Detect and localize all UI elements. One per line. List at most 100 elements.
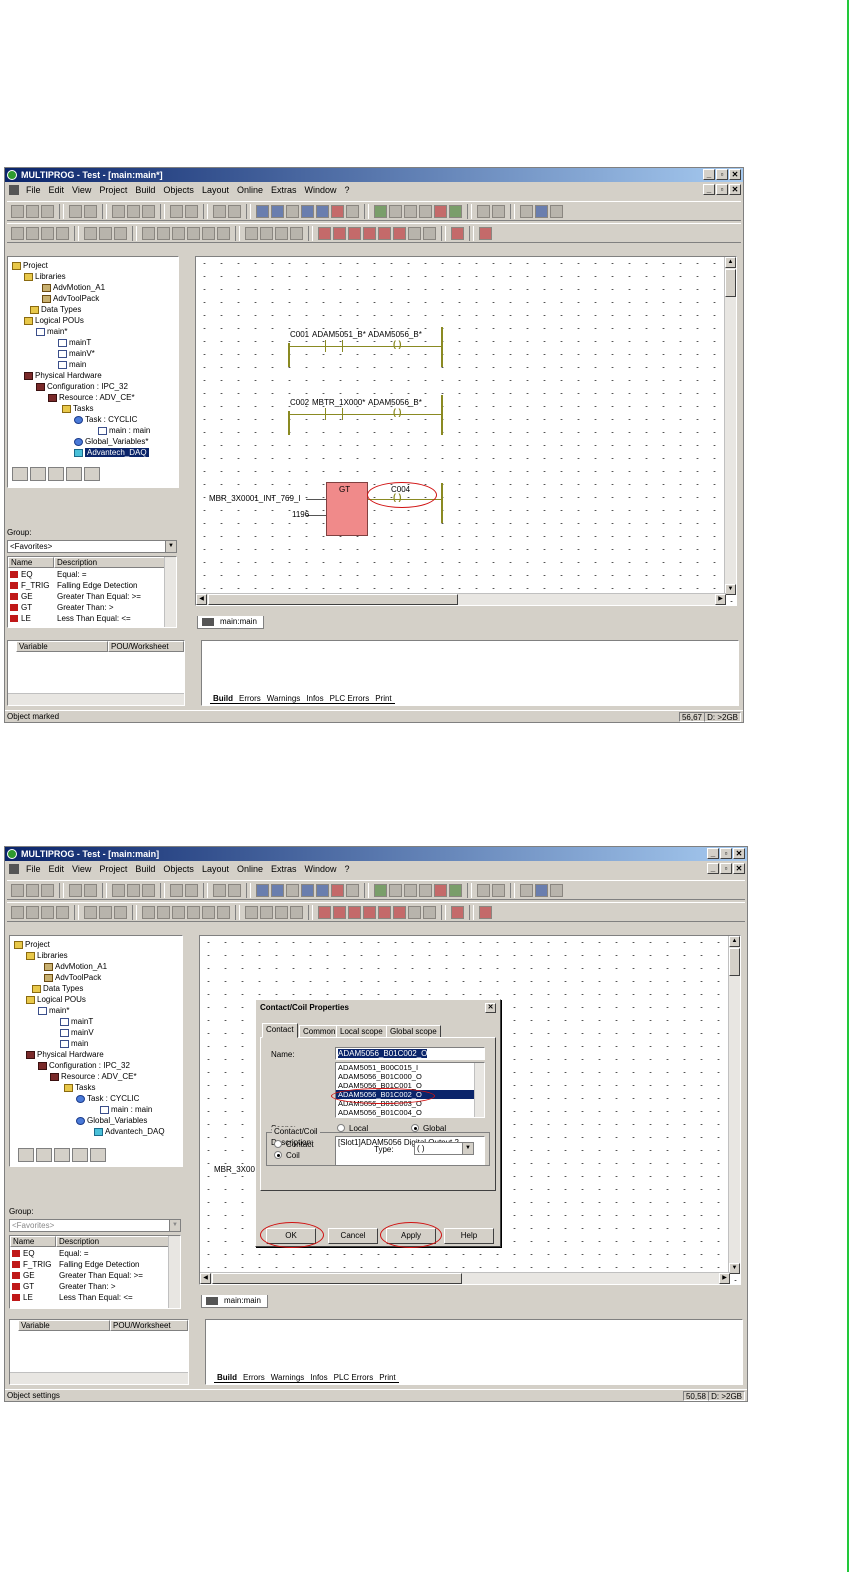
menu-objects[interactable]: Objects [159, 864, 198, 874]
chart-icon[interactable] [331, 204, 344, 218]
jump-icon[interactable] [202, 226, 215, 240]
ladder-worksheet[interactable]: ( ) C001 ADAM5051_B* ADAM5056_B* ( ) C00… [195, 256, 737, 606]
function-row[interactable]: GT Greater Than: > [10, 603, 114, 612]
close-button[interactable]: ✕ [729, 169, 741, 180]
col-pou-worksheet[interactable]: POU/Worksheet [108, 641, 184, 652]
col-name[interactable]: Name [10, 1236, 56, 1247]
tree-advtoolpack[interactable]: AdvToolPack [44, 973, 101, 982]
settings-icon[interactable] [346, 204, 359, 218]
compile-icon[interactable] [374, 204, 387, 218]
zoom-in-icon[interactable] [213, 883, 226, 897]
new-icon[interactable] [11, 204, 24, 218]
contact-n-icon[interactable] [393, 905, 406, 919]
type-dropdown[interactable]: ( ) ▼ [414, 1142, 474, 1155]
tab-hw-icon[interactable] [66, 467, 82, 481]
panel-icon[interactable] [550, 204, 563, 218]
rung1-coil-label[interactable]: ADAM5056_B* [368, 330, 422, 339]
tree-resource[interactable]: Resource : ADV_CE* [48, 393, 135, 402]
open-icon[interactable] [26, 204, 39, 218]
layout-icon[interactable] [535, 204, 548, 218]
tree-advantech-daq[interactable]: Advantech_DAQ [94, 1127, 165, 1136]
pointer-icon[interactable] [99, 905, 112, 919]
function-list-scrollbar[interactable] [168, 1236, 180, 1308]
function-row[interactable]: GE Greater Than Equal: >= [10, 592, 141, 601]
doc-minimize-button[interactable]: _ [703, 184, 715, 195]
doc-close-button[interactable]: ✕ [729, 184, 741, 195]
find-icon[interactable] [84, 905, 97, 919]
line-icon[interactable] [114, 226, 127, 240]
menu-layout[interactable]: Layout [198, 185, 233, 195]
fbd-icon[interactable] [260, 905, 273, 919]
tree-project[interactable]: Project [12, 261, 48, 270]
tree-libraries[interactable]: Libraries [26, 951, 68, 960]
tab-build[interactable]: Build [210, 694, 236, 704]
menu-edit[interactable]: Edit [45, 185, 69, 195]
tree-resource[interactable]: Resource : ADV_CE* [50, 1072, 137, 1081]
tab-errors[interactable]: Errors [236, 694, 264, 704]
tab-print[interactable]: Print [376, 1373, 399, 1383]
tree-global-vars[interactable]: Global_Variables [76, 1116, 147, 1125]
tools-icon[interactable] [286, 204, 299, 218]
tree-logicalpous[interactable]: Logical POUs [26, 995, 86, 1004]
menu-layout[interactable]: Layout [198, 864, 233, 874]
gt-function-block[interactable]: GT [326, 482, 368, 536]
close-button[interactable]: ✕ [733, 848, 745, 859]
tab-build[interactable]: Build [214, 1373, 240, 1383]
rail-left-icon[interactable] [408, 905, 421, 919]
tree-main[interactable]: main* [36, 327, 67, 336]
document-icon[interactable] [9, 185, 19, 195]
group-dropdown[interactable]: <Favorites> ▼ [7, 540, 177, 553]
save-icon[interactable] [41, 204, 54, 218]
new-icon[interactable] [11, 883, 24, 897]
record-icon[interactable] [477, 883, 490, 897]
tab-help-icon[interactable] [84, 467, 100, 481]
paste-icon[interactable] [142, 204, 155, 218]
coil-reset-icon[interactable] [363, 905, 376, 919]
rail-right-icon[interactable] [423, 905, 436, 919]
list-item[interactable]: ADAM5051_B00C015_I [336, 1063, 484, 1072]
window2-icon[interactable] [271, 883, 284, 897]
tab-hw-icon[interactable] [72, 1148, 88, 1162]
function-row[interactable]: F_TRIG Falling Edge Detection [10, 581, 138, 590]
rebuild-icon[interactable] [404, 883, 417, 897]
tab-errors[interactable]: Errors [240, 1373, 268, 1383]
function-row[interactable]: LE Less Than Equal: <= [12, 1293, 133, 1302]
minimize-button[interactable]: _ [703, 169, 715, 180]
canvas-hscroll[interactable]: ◀ ▶ [196, 593, 726, 605]
insert-coil-icon[interactable] [451, 905, 464, 919]
make-icon[interactable] [389, 883, 402, 897]
tb-a-icon[interactable] [11, 226, 24, 240]
menu-online[interactable]: Online [233, 864, 267, 874]
tree-maint[interactable]: mainT [60, 1017, 93, 1026]
contact-radio[interactable] [274, 1140, 282, 1148]
panel-icon[interactable] [550, 883, 563, 897]
watch-hscroll[interactable] [10, 1372, 188, 1384]
canvas-partial-label[interactable]: MBR_3X00 [214, 1165, 255, 1174]
dialog-close-button[interactable]: ✕ [485, 1003, 496, 1013]
col-pou-worksheet[interactable]: POU/Worksheet [110, 1320, 188, 1331]
menu-file[interactable]: File [22, 185, 45, 195]
block-icon[interactable] [187, 226, 200, 240]
list-scrollbar[interactable] [474, 1063, 484, 1117]
scope-local-radio[interactable] [337, 1124, 345, 1132]
copy-icon[interactable] [127, 883, 140, 897]
print-icon[interactable] [84, 204, 97, 218]
tree-task-cyclic[interactable]: Task : CYCLIC [74, 415, 137, 424]
print-preview-icon[interactable] [69, 204, 82, 218]
branch-icon[interactable] [172, 905, 185, 919]
name-input[interactable]: ADAM5056_B01C002_O [335, 1047, 485, 1060]
insert-contact-icon[interactable] [479, 905, 492, 919]
branch-icon[interactable] [172, 226, 185, 240]
tb-c-icon[interactable] [41, 905, 54, 919]
col-name[interactable]: Name [8, 557, 54, 568]
open-icon[interactable] [26, 883, 39, 897]
tab-plc-errors[interactable]: PLC Errors [330, 1373, 377, 1383]
menu-build[interactable]: Build [131, 185, 159, 195]
tree-physical-hw[interactable]: Physical Hardware [26, 1050, 104, 1059]
function-row[interactable]: LE Less Than Equal: <= [10, 614, 131, 623]
record-icon[interactable] [477, 204, 490, 218]
save-icon[interactable] [41, 883, 54, 897]
tree-main[interactable]: main* [38, 1006, 69, 1015]
col-description[interactable]: Description [56, 1236, 170, 1247]
menu-view[interactable]: View [68, 864, 95, 874]
